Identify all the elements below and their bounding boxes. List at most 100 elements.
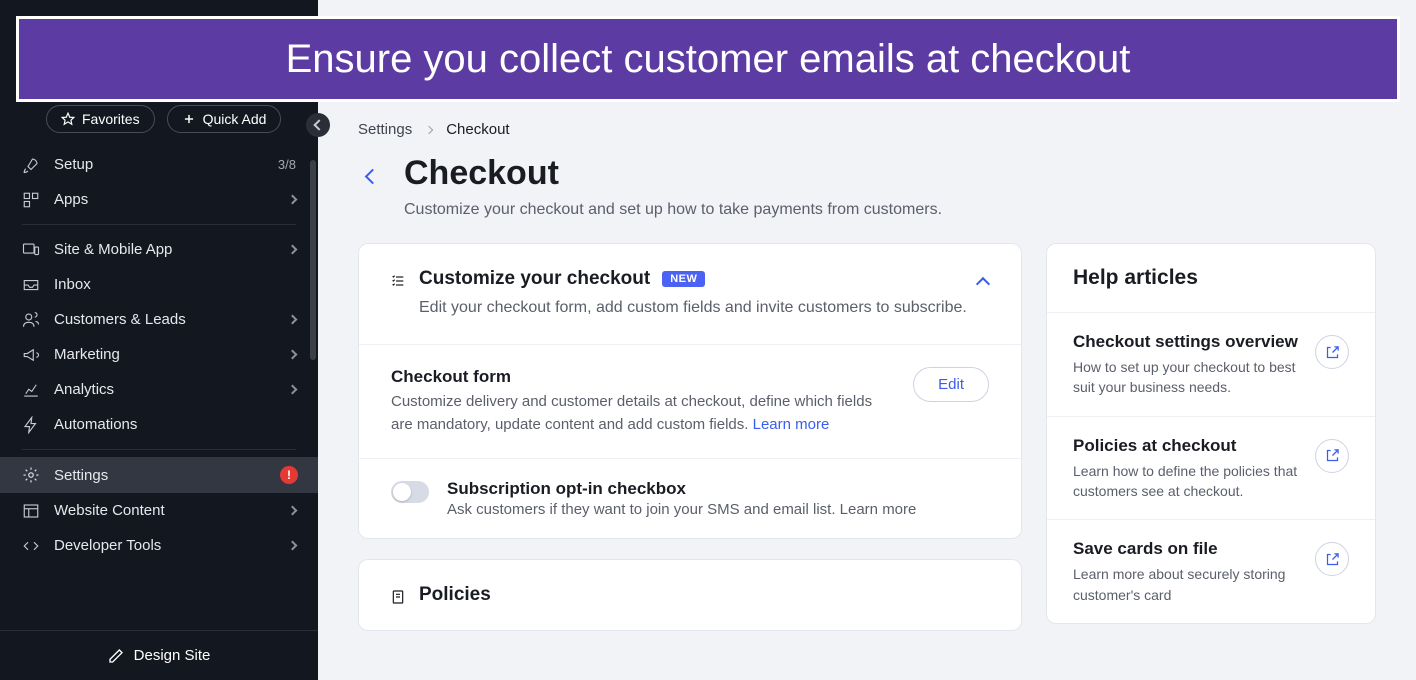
new-badge: NEW xyxy=(662,271,705,287)
policies-title: Policies xyxy=(419,584,491,606)
checkout-form-learn-more[interactable]: Learn more xyxy=(753,416,830,433)
help-item-save-cards[interactable]: Save cards on file Learn more about secu… xyxy=(1047,519,1375,623)
design-site-button[interactable]: Design Site xyxy=(0,630,318,680)
breadcrumb-current: Checkout xyxy=(446,121,509,138)
checklist-icon xyxy=(389,272,407,290)
sidebar-item-label: Apps xyxy=(54,191,289,208)
help-articles-card: Help articles Checkout settings overview… xyxy=(1046,243,1376,624)
quick-add-button[interactable]: Quick Add xyxy=(167,105,282,133)
help-item-desc: How to set up your checkout to best suit… xyxy=(1073,357,1301,398)
help-item-title: Save cards on file xyxy=(1073,538,1301,560)
sidebar-nav: Setup 3/8 Apps Site & Mobile App Inbox C… xyxy=(0,147,318,563)
gear-icon xyxy=(22,466,40,484)
sidebar-item-customers[interactable]: Customers & Leads xyxy=(0,302,318,337)
sidebar-item-marketing[interactable]: Marketing xyxy=(0,337,318,372)
customize-checkout-header: Customize your checkout NEW Edit your ch… xyxy=(359,244,1021,345)
sidebar-item-label: Marketing xyxy=(54,346,289,363)
chart-icon xyxy=(22,381,40,399)
back-button[interactable] xyxy=(358,162,386,190)
collapse-sidebar-icon[interactable] xyxy=(306,113,330,137)
sidebar-item-setup[interactable]: Setup 3/8 xyxy=(0,147,318,182)
help-item-desc: Learn how to define the policies that cu… xyxy=(1073,461,1301,502)
instruction-banner: Ensure you collect customer emails at ch… xyxy=(16,16,1400,102)
subscription-learn-more[interactable]: Learn more xyxy=(840,501,917,518)
external-link-icon xyxy=(1315,335,1349,369)
chevron-right-icon xyxy=(288,385,298,395)
help-item-title: Policies at checkout xyxy=(1073,435,1301,457)
policies-header: Policies xyxy=(359,560,1021,630)
edit-checkout-form-button[interactable]: Edit xyxy=(913,367,989,402)
bolt-icon xyxy=(22,416,40,434)
chevron-right-icon xyxy=(425,125,433,133)
sidebar-item-settings[interactable]: Settings xyxy=(0,457,318,493)
sidebar-item-label: Customers & Leads xyxy=(54,311,289,328)
nav-divider xyxy=(22,449,296,450)
sidebar-item-label: Automations xyxy=(54,416,302,433)
external-link-icon xyxy=(1315,439,1349,473)
customize-checkout-title: Customize your checkout xyxy=(419,268,650,290)
collapse-section-button[interactable] xyxy=(973,272,993,292)
checkout-form-row: Checkout form Customize delivery and cus… xyxy=(359,345,1021,459)
banner-text: Ensure you collect customer emails at ch… xyxy=(286,37,1131,82)
subscription-optin-row: Subscription opt-in checkbox Ask custome… xyxy=(359,459,1021,538)
help-item-title: Checkout settings overview xyxy=(1073,331,1301,353)
external-link-icon xyxy=(1315,542,1349,576)
help-item-policies[interactable]: Policies at checkout Learn how to define… xyxy=(1047,416,1375,520)
breadcrumb: Settings Checkout xyxy=(318,105,1416,146)
sidebar-item-label: Site & Mobile App xyxy=(54,241,289,258)
sidebar-item-automations[interactable]: Automations xyxy=(0,407,318,442)
favorites-label: Favorites xyxy=(82,111,140,127)
sidebar: Favorites Quick Add Setup 3/8 Apps Site … xyxy=(0,0,318,680)
help-item-desc: Learn more about securely storing custom… xyxy=(1073,564,1301,605)
chevron-right-icon xyxy=(288,541,298,551)
chevron-right-icon xyxy=(288,315,298,325)
design-site-label: Design Site xyxy=(134,647,211,664)
favorites-button[interactable]: Favorites xyxy=(46,105,155,133)
subscription-title: Subscription opt-in checkbox xyxy=(447,479,989,499)
chevron-right-icon xyxy=(288,506,298,516)
plus-icon xyxy=(182,112,196,126)
sidebar-top: Favorites Quick Add xyxy=(0,105,318,147)
users-icon xyxy=(22,311,40,329)
star-icon xyxy=(61,112,75,126)
subscription-optin-toggle[interactable] xyxy=(391,481,429,503)
sidebar-item-label: Analytics xyxy=(54,381,289,398)
inbox-icon xyxy=(22,276,40,294)
sidebar-scrollbar[interactable] xyxy=(310,160,316,360)
apps-icon xyxy=(22,191,40,209)
content-icon xyxy=(22,502,40,520)
devices-icon xyxy=(22,241,40,259)
policies-card: Policies xyxy=(358,559,1022,631)
chevron-right-icon xyxy=(288,195,298,205)
chevron-right-icon xyxy=(288,245,298,255)
checkout-form-title: Checkout form xyxy=(391,367,893,387)
customize-checkout-desc: Edit your checkout form, add custom fiel… xyxy=(419,296,989,320)
sidebar-item-apps[interactable]: Apps xyxy=(0,182,318,217)
sidebar-item-site-mobile[interactable]: Site & Mobile App xyxy=(0,232,318,267)
breadcrumb-root[interactable]: Settings xyxy=(358,121,412,138)
help-title: Help articles xyxy=(1047,244,1375,312)
sidebar-item-developer-tools[interactable]: Developer Tools xyxy=(0,528,318,563)
sidebar-item-analytics[interactable]: Analytics xyxy=(0,372,318,407)
subscription-desc: Ask customers if they want to join your … xyxy=(447,501,835,518)
sidebar-item-label: Website Content xyxy=(54,502,289,519)
page-subtitle: Customize your checkout and set up how t… xyxy=(404,201,942,219)
sidebar-item-label: Inbox xyxy=(54,276,302,293)
help-item-checkout-overview[interactable]: Checkout settings overview How to set up… xyxy=(1047,312,1375,416)
page-header: Checkout Customize your checkout and set… xyxy=(318,146,1416,243)
sidebar-item-website-content[interactable]: Website Content xyxy=(0,493,318,528)
page-title: Checkout xyxy=(404,154,942,193)
sidebar-item-label: Setup xyxy=(54,156,278,173)
rocket-icon xyxy=(22,156,40,174)
sidebar-item-label: Developer Tools xyxy=(54,537,289,554)
content-area: Settings Checkout Checkout Customize you… xyxy=(318,0,1416,680)
chevron-right-icon xyxy=(288,350,298,360)
nav-divider xyxy=(22,224,296,225)
sidebar-item-inbox[interactable]: Inbox xyxy=(0,267,318,302)
pencil-icon xyxy=(108,648,124,664)
sidebar-item-label: Settings xyxy=(54,467,280,484)
code-icon xyxy=(22,537,40,555)
alert-badge-icon xyxy=(280,466,298,484)
quick-add-label: Quick Add xyxy=(203,111,267,127)
setup-progress: 3/8 xyxy=(278,157,296,172)
